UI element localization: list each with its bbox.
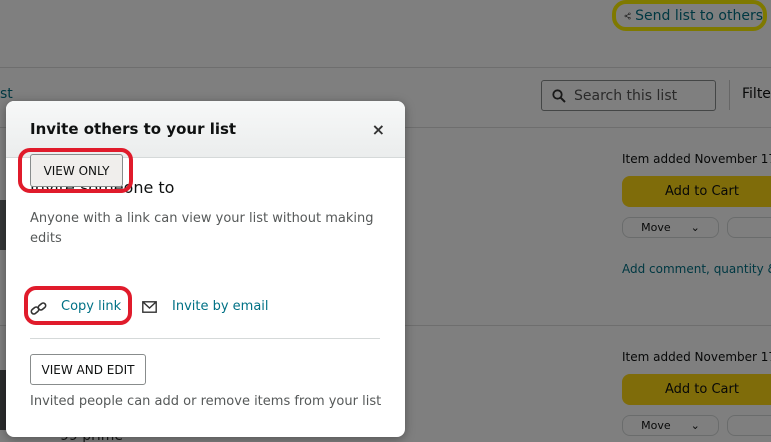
view-and-edit-description: Invited people can add or remove items f…	[30, 394, 382, 409]
invite-modal: Invite others to your list × Invite some…	[6, 101, 405, 437]
close-icon[interactable]: ×	[372, 120, 385, 139]
mail-icon	[142, 301, 157, 313]
divider	[30, 338, 380, 339]
invite-by-email-link[interactable]: Invite by email	[172, 299, 269, 314]
view-only-button[interactable]: VIEW ONLY	[30, 154, 123, 187]
copy-link-button[interactable]: Copy link	[61, 299, 121, 314]
view-only-description: Anyone with a link can view your list wi…	[30, 211, 374, 246]
modal-title: Invite others to your list	[30, 120, 237, 138]
view-and-edit-button[interactable]: VIEW AND EDIT	[30, 354, 146, 385]
